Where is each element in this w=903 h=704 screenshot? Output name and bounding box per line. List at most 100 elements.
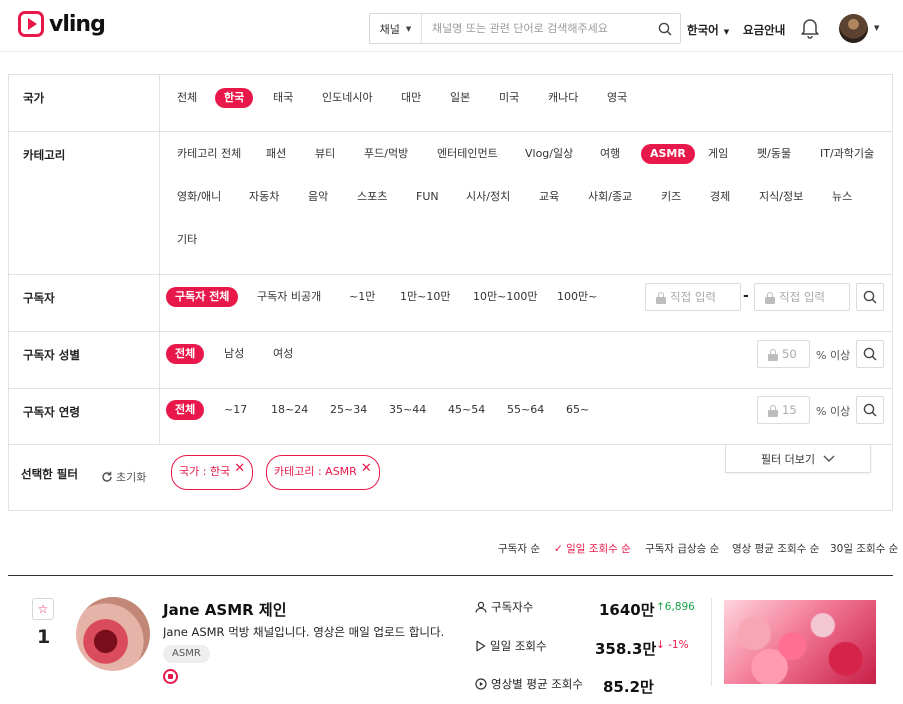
chip-gender-female[interactable]: 여성 xyxy=(264,344,302,364)
selected-tag-country[interactable]: 국가 : 한국 ✕ xyxy=(171,455,254,490)
chip-subscribers-under-10k[interactable]: ~1만 xyxy=(340,287,384,307)
chip-category-sports[interactable]: 스포츠 xyxy=(348,187,396,207)
chip-age-18-24[interactable]: 18~24 xyxy=(262,400,317,420)
play-logo-icon xyxy=(18,11,44,37)
chip-category-cars[interactable]: 자동차 xyxy=(240,187,288,207)
chip-subscribers-all[interactable]: 구독자 전체 xyxy=(166,287,239,307)
reset-button[interactable]: 초기화 xyxy=(101,469,146,485)
chip-country-canada[interactable]: 캐나다 xyxy=(539,88,587,108)
chip-category-fun[interactable]: FUN xyxy=(407,187,448,207)
pricing-link[interactable]: 요금안내 xyxy=(743,22,785,38)
chip-category-asmr[interactable]: ASMR xyxy=(641,144,695,164)
subscriber-max-placeholder: 직접 입력 xyxy=(779,290,825,304)
chip-category-pets[interactable]: 펫/동물 xyxy=(748,144,800,164)
chip-country-all[interactable]: 전체 xyxy=(168,88,206,108)
youtube-icon[interactable] xyxy=(163,669,178,684)
language-select[interactable]: 한국어 ▼ xyxy=(687,22,729,38)
chip-category-kids[interactable]: 키즈 xyxy=(652,187,690,207)
chip-category-all[interactable]: 카테고리 전체 xyxy=(168,144,250,164)
channel-thumbnail[interactable] xyxy=(76,597,150,671)
chip-category-politics[interactable]: 시사/정치 xyxy=(457,187,519,207)
language-label: 한국어 xyxy=(687,23,719,37)
chip-subscribers-hidden[interactable]: 구독자 비공개 xyxy=(248,287,330,307)
gender-percent-input[interactable]: 50 xyxy=(757,340,810,368)
chip-country-indonesia[interactable]: 인도네시아 xyxy=(313,88,382,108)
age-search-button[interactable] xyxy=(856,396,884,424)
chip-category-etc[interactable]: 기타 xyxy=(168,230,206,250)
filter-row-subscribers: 구독자 구독자 전체 구독자 비공개 ~1만 1만~10만 10만~100만 1… xyxy=(9,275,892,332)
sort-daily-views[interactable]: ✓ 일일 조회수 순 xyxy=(554,541,631,556)
chip-country-taiwan[interactable]: 대만 xyxy=(392,88,430,108)
chip-category-travel[interactable]: 여행 xyxy=(591,144,629,164)
search-input[interactable] xyxy=(422,22,650,35)
chip-country-thailand[interactable]: 태국 xyxy=(264,88,302,108)
search-button[interactable] xyxy=(650,14,680,43)
chip-category-beauty[interactable]: 뷰티 xyxy=(306,144,344,164)
caret-down-icon[interactable]: ▼ xyxy=(874,24,879,32)
chip-gender-male[interactable]: 남성 xyxy=(215,344,253,364)
tag-label: 카테고리 : ASMR xyxy=(274,465,357,478)
range-separator: - xyxy=(743,288,749,304)
filter-label-subscribers: 구독자 xyxy=(9,275,160,331)
filter-label-gender: 구독자 성별 xyxy=(9,332,160,388)
chip-category-knowledge[interactable]: 지식/정보 xyxy=(750,187,812,207)
selected-tag-category[interactable]: 카테고리 : ASMR ✕ xyxy=(266,455,380,490)
chip-subscribers-10k-100k[interactable]: 1만~10만 xyxy=(391,287,459,307)
chip-category-fashion[interactable]: 패션 xyxy=(257,144,295,164)
chip-category-movies[interactable]: 영화/애니 xyxy=(168,187,230,207)
favorite-button[interactable]: ☆ xyxy=(32,598,54,620)
tag-label: 국가 : 한국 xyxy=(179,465,231,478)
chip-age-25-34[interactable]: 25~34 xyxy=(321,400,376,420)
chip-age-under-17[interactable]: ~17 xyxy=(215,400,256,420)
caret-down-icon: ▼ xyxy=(405,24,412,33)
sort-average-views[interactable]: 영상 평균 조회수 순 xyxy=(732,541,819,556)
chip-category-entertainment[interactable]: 엔터테인먼트 xyxy=(428,144,507,164)
gender-percent-suffix: % 이상 xyxy=(816,349,851,362)
chip-age-over-65[interactable]: 65~ xyxy=(557,400,598,420)
more-filters-button[interactable]: 필터 더보기 xyxy=(725,445,871,473)
channel-name[interactable]: Jane ASMR 제인 xyxy=(163,599,287,620)
chip-category-music[interactable]: 음악 xyxy=(299,187,337,207)
sort-subscribers[interactable]: 구독자 순 xyxy=(498,541,540,556)
search-icon xyxy=(863,347,877,361)
chip-country-usa[interactable]: 미국 xyxy=(490,88,528,108)
chip-country-uk[interactable]: 영국 xyxy=(598,88,636,108)
subscriber-max-input[interactable]: 직접 입력 xyxy=(754,283,850,311)
subscriber-search-button[interactable] xyxy=(856,283,884,311)
chip-subscribers-over-1m[interactable]: 100만~ xyxy=(548,287,606,307)
notification-button[interactable] xyxy=(800,17,820,42)
chip-age-55-64[interactable]: 55~64 xyxy=(498,400,553,420)
search-type-select[interactable]: 채널 ▼ xyxy=(370,14,422,43)
chip-category-news[interactable]: 뉴스 xyxy=(823,187,861,207)
gender-search-button[interactable] xyxy=(856,340,884,368)
stat-daily-views-value: 358.3만 xyxy=(595,640,657,658)
vling-logo[interactable]: vling xyxy=(18,11,106,37)
stat-label-text: 구독자수 xyxy=(491,600,534,614)
reset-label: 초기화 xyxy=(116,471,147,484)
close-icon[interactable]: ✕ xyxy=(234,462,245,475)
chip-category-food[interactable]: 푸드/먹방 xyxy=(355,144,417,164)
chip-category-game[interactable]: 게임 xyxy=(699,144,737,164)
chip-age-all[interactable]: 전체 xyxy=(166,400,205,420)
user-avatar[interactable] xyxy=(839,14,868,43)
sort-30day-views[interactable]: 30일 조회수 순 xyxy=(830,541,898,556)
chip-subscribers-100k-1m[interactable]: 10만~100만 xyxy=(464,287,546,307)
age-percent-input[interactable]: 15 xyxy=(757,396,810,424)
top-header: vling 채널 ▼ 한국어 ▼ 요금안내 ▼ xyxy=(0,0,903,52)
subscriber-min-input[interactable]: 직접 입력 xyxy=(645,283,741,311)
chip-category-vlog[interactable]: Vlog/일상 xyxy=(516,144,582,164)
chip-category-economy[interactable]: 경제 xyxy=(701,187,739,207)
column-separator xyxy=(711,598,712,686)
chip-gender-all[interactable]: 전체 xyxy=(166,344,205,364)
chip-category-it[interactable]: IT/과학기술 xyxy=(811,144,883,164)
latest-video-thumbnail[interactable] xyxy=(724,600,876,684)
chip-country-japan[interactable]: 일본 xyxy=(441,88,479,108)
close-icon[interactable]: ✕ xyxy=(361,462,372,475)
play-outline-icon xyxy=(476,640,486,652)
chip-age-45-54[interactable]: 45~54 xyxy=(439,400,494,420)
chip-age-35-44[interactable]: 35~44 xyxy=(380,400,435,420)
chip-category-society[interactable]: 사회/종교 xyxy=(579,187,641,207)
sort-subscriber-growth[interactable]: 구독자 급상승 순 xyxy=(645,541,719,556)
chip-category-education[interactable]: 교육 xyxy=(530,187,568,207)
chip-country-korea[interactable]: 한국 xyxy=(215,88,254,108)
